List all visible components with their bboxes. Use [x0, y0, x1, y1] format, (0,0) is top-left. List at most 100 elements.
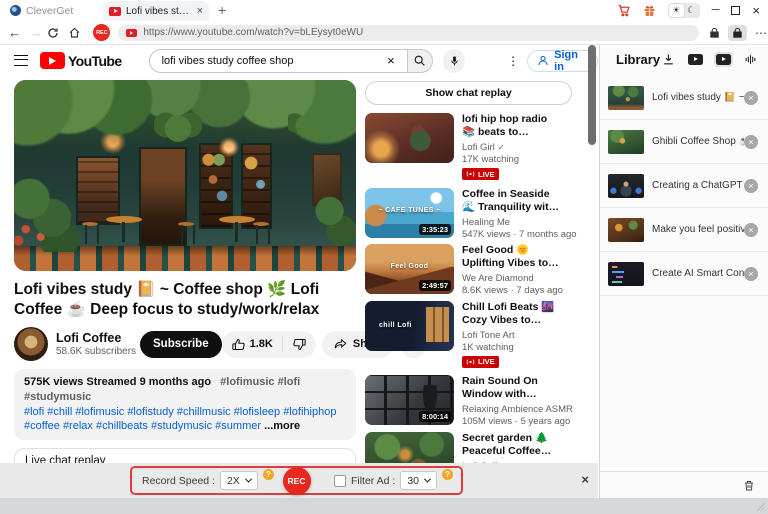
- library-item-remove-icon[interactable]: ×: [744, 267, 758, 281]
- theme-toggle[interactable]: ☀ ☾: [668, 3, 700, 18]
- new-tab-button[interactable]: +: [218, 2, 226, 18]
- light-mode-icon[interactable]: ☀: [669, 4, 684, 17]
- library-item[interactable]: Creating a ChatGPT Contr... ×: [600, 164, 768, 208]
- channel-info[interactable]: Lofi Coffee 58.6K subscribers: [56, 331, 134, 357]
- address-bar[interactable]: https://www.youtube.com/watch?v=bLEysyt0…: [118, 25, 699, 41]
- related-channel: Lofi Girl ✓: [462, 142, 560, 153]
- related-meta: 1K watching: [462, 342, 560, 353]
- related-video-title[interactable]: Chill Lofi Beats 🌆 Cozy Vibes to Relax /…: [462, 301, 560, 327]
- gift-icon[interactable]: [643, 4, 656, 17]
- dislike-button[interactable]: [283, 337, 316, 352]
- record-toolbar-close-icon[interactable]: ×: [581, 473, 589, 486]
- related-channel-name[interactable]: Lofi Tone Art: [462, 330, 515, 341]
- library-item-remove-icon[interactable]: ×: [744, 135, 758, 149]
- show-more-link[interactable]: ...more: [264, 420, 300, 432]
- channel-name[interactable]: Lofi Coffee: [56, 331, 134, 345]
- related-video-title[interactable]: Rain Sound On Window with Thunder Sounds…: [462, 375, 560, 401]
- record-speed-select[interactable]: 2X: [220, 471, 258, 490]
- youtube-logo[interactable]: YouTube: [40, 52, 122, 69]
- related-channel-name[interactable]: Healing Me: [462, 217, 510, 228]
- art-plants-left: [14, 176, 82, 252]
- library-item[interactable]: Make you feel positive an... ×: [600, 208, 768, 252]
- library-item-remove-icon[interactable]: ×: [744, 223, 758, 237]
- library-item[interactable]: Create AI Smart Contract ... ×: [600, 252, 768, 296]
- voice-search-button[interactable]: [443, 49, 465, 73]
- video-library-icon[interactable]: [686, 52, 705, 67]
- related-video-title[interactable]: Coffee in Seaside 🌊 Tranquility with Lof…: [462, 188, 560, 214]
- show-chat-replay-button[interactable]: Show chat replay: [365, 81, 572, 105]
- library-item[interactable]: Ghibli Coffee Shop ☕ M... ×: [600, 120, 768, 164]
- search-button[interactable]: [407, 49, 433, 73]
- header-more-icon[interactable]: ⋮: [507, 54, 517, 68]
- related-video-item[interactable]: chill Lofi Chill Lofi Beats 🌆 Cozy Vibes…: [365, 301, 576, 371]
- like-button[interactable]: 1.8K: [222, 337, 282, 352]
- speed-help-icon[interactable]: ?: [263, 469, 274, 480]
- back-button[interactable]: ←: [4, 25, 25, 40]
- related-channel-name[interactable]: Lofi Girl: [462, 142, 495, 153]
- library-item-remove-icon[interactable]: ×: [744, 179, 758, 193]
- lock-icon[interactable]: [709, 27, 720, 39]
- related-meta: 105M views · 5 years ago: [462, 416, 560, 427]
- recorder-library-icon[interactable]: [714, 52, 733, 67]
- menu-hamburger-icon[interactable]: [14, 55, 28, 66]
- window-close-button[interactable]: ×: [752, 4, 760, 17]
- youtube-play-icon: [40, 52, 65, 69]
- forward-button[interactable]: →: [25, 25, 46, 40]
- related-thumbnail[interactable]: Feel Good 2:49:57: [365, 244, 454, 294]
- related-thumbnail[interactable]: [365, 113, 454, 163]
- related-video-title[interactable]: Feel Good 🌞 Uplifting Vibes to Brighten …: [462, 244, 560, 270]
- home-button[interactable]: [68, 27, 89, 39]
- related-meta: 547K views · 7 months ago: [462, 229, 560, 240]
- related-video-title[interactable]: lofi hip hop radio 📚 beats to relax/stud…: [462, 113, 560, 139]
- browser-tab[interactable]: Lofi vibes study 📔 ~ ×: [103, 1, 209, 21]
- related-video-item[interactable]: Feel Good 2:49:57 Feel Good 🌞 Uplifting …: [365, 244, 576, 296]
- video-player[interactable]: [14, 80, 356, 271]
- art-hanging-plant2: [288, 111, 322, 137]
- thumbs-down-icon: [292, 337, 307, 352]
- filter-ad-checkbox[interactable]: [334, 475, 346, 487]
- thumbnail-caption: Feel Good: [365, 263, 454, 270]
- audio-library-icon[interactable]: [742, 51, 759, 68]
- dark-mode-icon[interactable]: ☾: [684, 4, 699, 17]
- minimize-button[interactable]: ─: [712, 5, 720, 16]
- description-stats-line: 575K views Streamed 9 months ago #lofimu…: [24, 375, 346, 405]
- trash-icon[interactable]: [743, 479, 755, 492]
- url-text: https://www.youtube.com/watch?v=bLEysyt0…: [143, 27, 363, 38]
- cart-icon[interactable]: [617, 4, 631, 17]
- youtube-wordmark: YouTube: [68, 53, 122, 69]
- filter-help-icon[interactable]: ?: [442, 469, 453, 480]
- channel-avatar[interactable]: [14, 327, 48, 361]
- resize-grip[interactable]: [757, 503, 765, 511]
- live-label: LIVE: [478, 170, 495, 179]
- library-item[interactable]: Lofi vibes study 📔 ~ Cof... ×: [600, 76, 768, 120]
- related-thumbnail[interactable]: ~ CAFE TUNES ~ 3:35:23: [365, 188, 454, 238]
- related-thumbnail[interactable]: chill Lofi: [365, 301, 454, 351]
- library-panel: Library Lofi vibes study 📔 ~ Cof... × Gh…: [599, 45, 768, 498]
- related-channel-name[interactable]: We Are Diamond: [462, 273, 534, 284]
- related-channel-name[interactable]: Relaxing Ambience ASMR: [462, 404, 573, 415]
- refresh-button[interactable]: [47, 27, 68, 39]
- library-item-remove-icon[interactable]: ×: [744, 91, 758, 105]
- related-video-title[interactable]: Secret garden 🌲 Peaceful Coffee Shop 🌿 L…: [462, 432, 560, 458]
- maximize-button[interactable]: [731, 6, 740, 15]
- related-video-item[interactable]: 8:00:14 Rain Sound On Window with Thunde…: [365, 375, 576, 427]
- description-card[interactable]: 575K views Streamed 9 months ago #lofimu…: [14, 369, 356, 440]
- related-video-info: lofi hip hop radio 📚 beats to relax/stud…: [462, 113, 560, 183]
- related-video-info: Feel Good 🌞 Uplifting Vibes to Brighten …: [462, 244, 560, 296]
- privacy-lock-button[interactable]: [728, 25, 747, 41]
- related-video-item[interactable]: lofi hip hop radio 📚 beats to relax/stud…: [365, 113, 576, 183]
- toolbar-record-button[interactable]: REC: [93, 24, 110, 41]
- search-input[interactable]: lofi vibes study coffee shop ×: [149, 49, 407, 73]
- thumbnail-caption: chill Lofi: [365, 322, 454, 329]
- page-scrollbar[interactable]: [588, 45, 596, 145]
- related-thumbnail[interactable]: 8:00:14: [365, 375, 454, 425]
- related-video-item[interactable]: ~ CAFE TUNES ~ 3:35:23 Coffee in Seaside…: [365, 188, 576, 240]
- filter-ad-select[interactable]: 30: [400, 471, 437, 490]
- app-brand: CleverGet: [0, 5, 95, 17]
- record-button[interactable]: REC: [283, 467, 311, 495]
- subscribe-button[interactable]: Subscribe: [140, 331, 222, 358]
- tab-close-icon[interactable]: ×: [197, 6, 203, 17]
- clear-search-icon[interactable]: ×: [383, 53, 399, 68]
- download-icon[interactable]: [660, 51, 677, 68]
- browser-menu-button[interactable]: ⋯: [755, 26, 768, 40]
